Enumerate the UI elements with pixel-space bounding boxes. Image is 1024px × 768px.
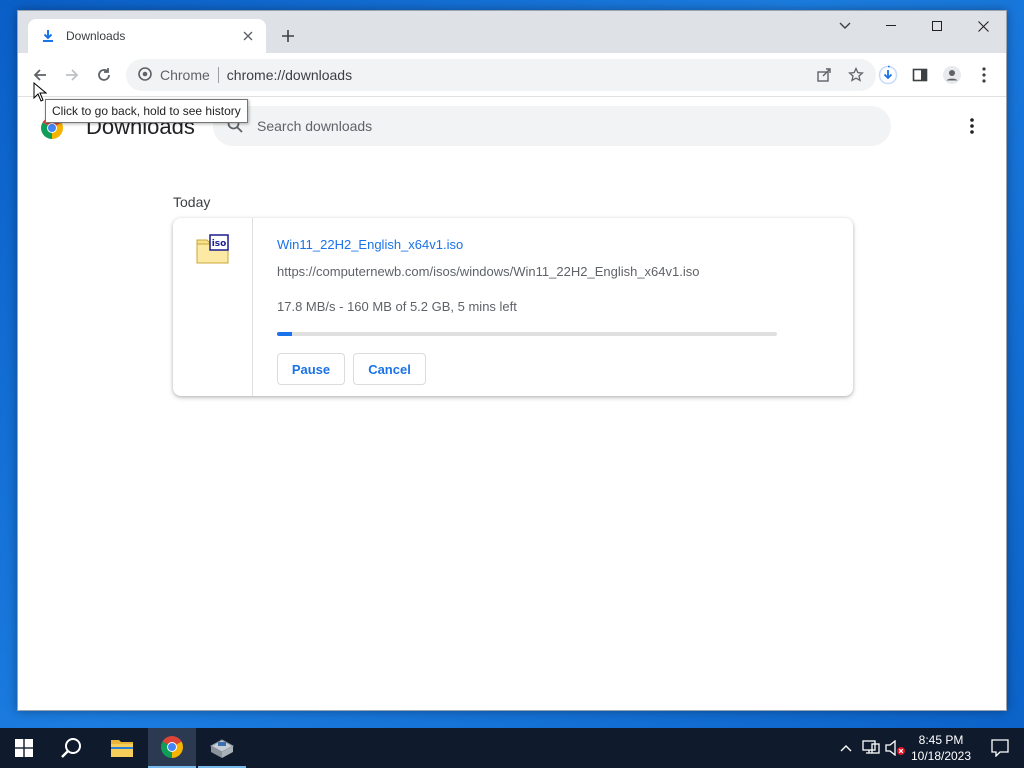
download-source-url[interactable]: https://computernewb.com/isos/windows/Wi… (277, 264, 699, 279)
minimize-button[interactable] (868, 11, 914, 41)
url-text[interactable]: chrome://downloads (227, 67, 352, 83)
iso-icon-label: iso (212, 239, 227, 249)
browser-toolbar: Chrome chrome://downloads (18, 53, 1006, 97)
reload-button[interactable] (90, 61, 118, 89)
download-progress-bar (277, 332, 777, 336)
download-item-card: iso Win11_22H2_English_x64v1.iso https:/… (173, 218, 853, 396)
download-file-name-link[interactable]: Win11_22H2_English_x64v1.iso (277, 237, 463, 252)
forward-button[interactable] (58, 61, 86, 89)
taskbar-search-button[interactable] (48, 728, 96, 768)
bookmark-star-icon[interactable] (844, 63, 868, 87)
taskbar: 8:45 PM 10/18/2023 (0, 728, 1024, 768)
download-icon (40, 28, 56, 44)
date-section-label: Today (173, 194, 211, 210)
notification-center-icon[interactable] (976, 728, 1024, 768)
start-button[interactable] (0, 728, 48, 768)
installer-app-taskbar-icon[interactable] (198, 728, 246, 768)
address-bar[interactable]: Chrome chrome://downloads (126, 59, 876, 91)
tab-title: Downloads (66, 29, 126, 43)
download-status: 17.8 MB/s - 160 MB of 5.2 GB, 5 mins lef… (277, 299, 517, 314)
mouse-cursor-icon (33, 81, 48, 105)
clock-time: 8:45 PM (918, 733, 964, 747)
maximize-button[interactable] (914, 11, 960, 41)
chrome-menu-button[interactable] (970, 61, 998, 89)
omnibox-divider (217, 67, 219, 83)
chrome-site-icon (138, 66, 152, 84)
close-window-button[interactable] (960, 11, 1006, 41)
share-icon[interactable] (812, 63, 836, 87)
search-input[interactable] (257, 118, 817, 134)
network-icon[interactable] (860, 728, 882, 768)
file-icon-column: iso (173, 218, 253, 396)
volume-muted-icon[interactable] (884, 728, 908, 768)
pause-button[interactable]: Pause (277, 353, 345, 385)
download-progress-fill (277, 332, 292, 336)
side-panel-button[interactable] (906, 61, 934, 89)
download-progress-button[interactable] (874, 61, 902, 89)
iso-file-icon: iso (196, 234, 230, 267)
chrome-taskbar-icon[interactable] (148, 728, 196, 768)
downloads-page: Downloads Today iso (18, 98, 1006, 710)
tab-close-icon[interactable] (240, 28, 256, 44)
new-tab-button[interactable] (276, 24, 300, 48)
file-explorer-taskbar-icon[interactable] (98, 728, 146, 768)
profile-button[interactable] (938, 61, 966, 89)
tab-downloads[interactable]: Downloads (28, 19, 266, 53)
clock-date: 10/18/2023 (910, 749, 972, 763)
tray-overflow-chevron-icon[interactable] (836, 728, 856, 768)
tab-search-button[interactable] (822, 11, 868, 41)
back-button-tooltip: Click to go back, hold to see history (45, 99, 248, 123)
cancel-button[interactable]: Cancel (353, 353, 426, 385)
tab-strip: Downloads (18, 11, 1006, 53)
taskbar-clock[interactable]: 8:45 PM 10/18/2023 (908, 732, 974, 764)
page-menu-button[interactable] (960, 114, 984, 138)
search-downloads-box[interactable] (213, 106, 891, 146)
site-label: Chrome (160, 67, 210, 83)
